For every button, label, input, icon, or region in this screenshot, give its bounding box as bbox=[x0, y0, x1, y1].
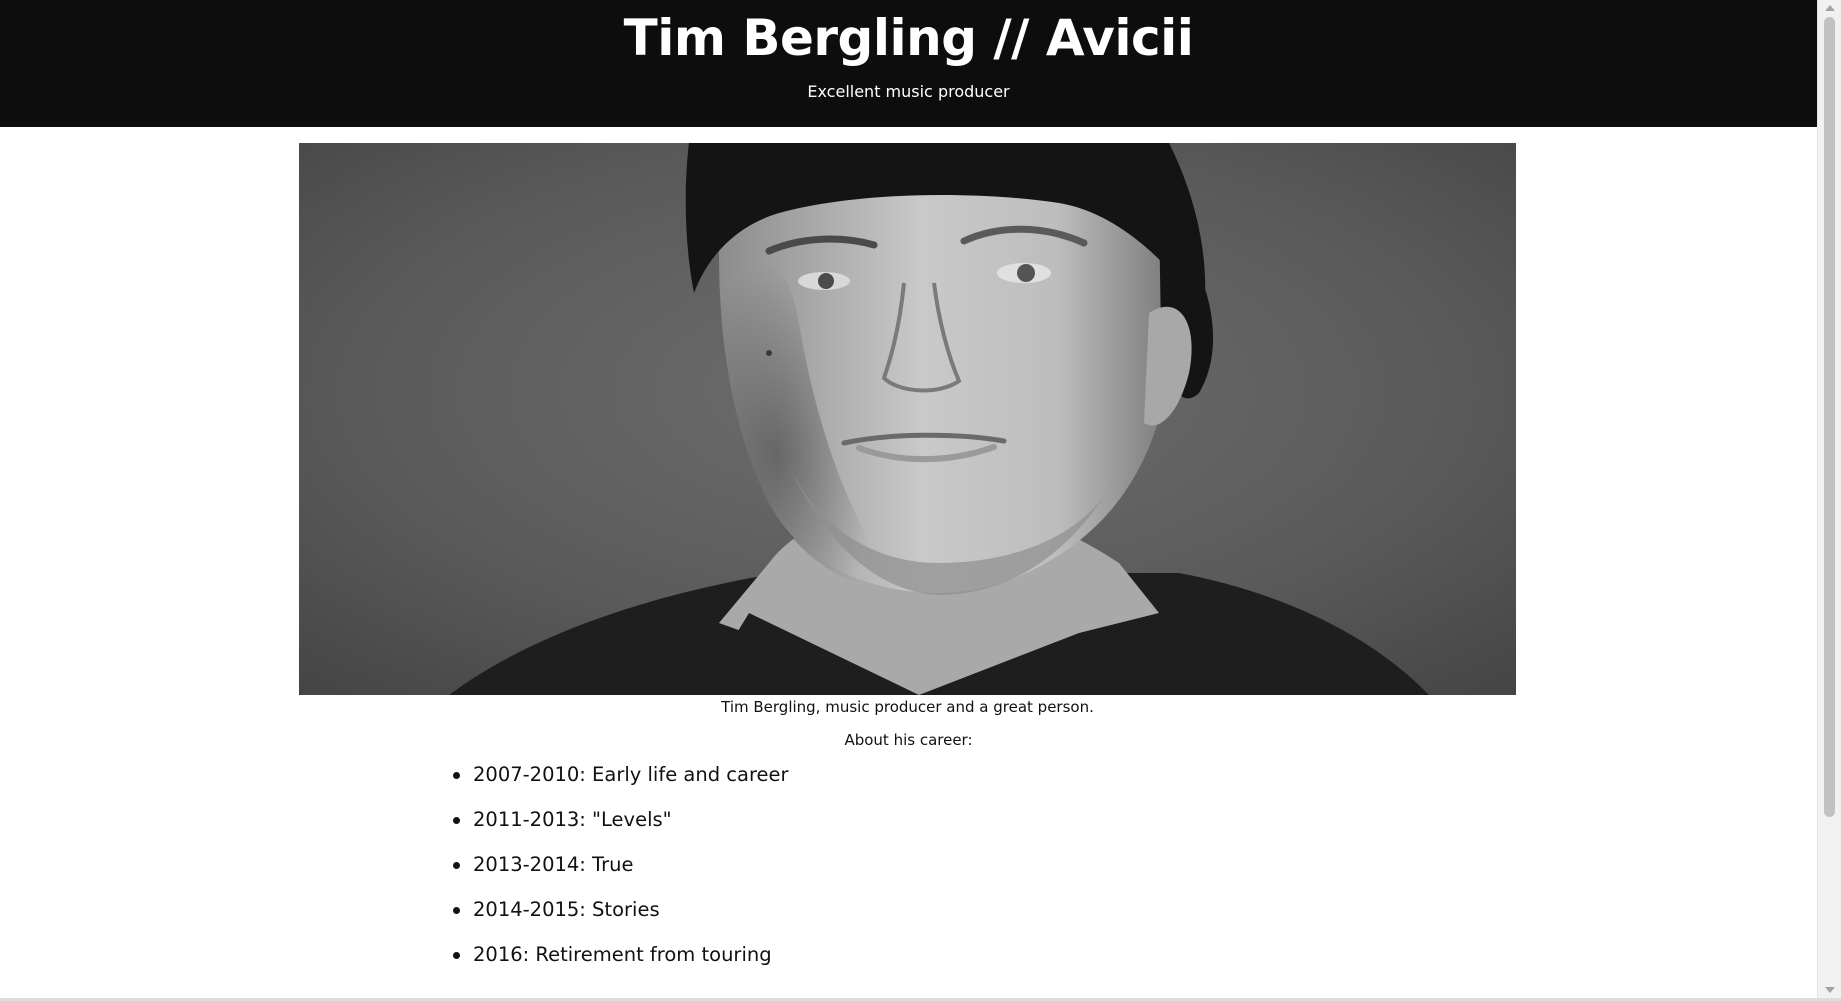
list-item: 2014-2015: Stories bbox=[450, 897, 789, 923]
bullet-icon bbox=[453, 952, 460, 959]
career-heading: About his career: bbox=[844, 731, 973, 749]
page: Tim Bergling // Avicii Excellent music p… bbox=[0, 0, 1817, 998]
browser-viewport: Tim Bergling // Avicii Excellent music p… bbox=[0, 0, 1841, 1001]
scroll-down-arrow-icon[interactable] bbox=[1825, 987, 1835, 993]
list-item-label: 2013-2014: True bbox=[473, 853, 634, 876]
page-header: Tim Bergling // Avicii Excellent music p… bbox=[0, 0, 1817, 127]
photo-caption: Tim Bergling, music producer and a great… bbox=[721, 698, 1094, 716]
bullet-icon bbox=[453, 817, 460, 824]
bullet-icon bbox=[453, 862, 460, 869]
scrollbar-thumb[interactable] bbox=[1824, 17, 1835, 817]
list-item-label: 2014-2015: Stories bbox=[473, 898, 660, 921]
list-item: 2007-2010: Early life and career bbox=[450, 762, 789, 788]
list-item: 2016: Retirement from touring bbox=[450, 942, 789, 968]
portrait-photo bbox=[299, 143, 1516, 695]
page-title: Tim Bergling // Avicii bbox=[623, 9, 1194, 67]
bullet-icon bbox=[453, 772, 460, 779]
portrait-figure: Tim Bergling, music producer and a great… bbox=[299, 143, 1516, 717]
page-subtitle: Excellent music producer bbox=[807, 82, 1010, 101]
list-item-label: 2016: Retirement from touring bbox=[473, 943, 772, 966]
career-list: 2007-2010: Early life and career 2011-20… bbox=[450, 762, 789, 987]
vertical-scrollbar[interactable] bbox=[1817, 0, 1841, 998]
list-item-label: 2011-2013: "Levels" bbox=[473, 808, 672, 831]
scroll-up-arrow-icon[interactable] bbox=[1825, 5, 1835, 11]
bullet-icon bbox=[453, 907, 460, 914]
list-item: 2013-2014: True bbox=[450, 852, 789, 878]
list-item: 2011-2013: "Levels" bbox=[450, 807, 789, 833]
list-item-label: 2007-2010: Early life and career bbox=[473, 763, 789, 786]
